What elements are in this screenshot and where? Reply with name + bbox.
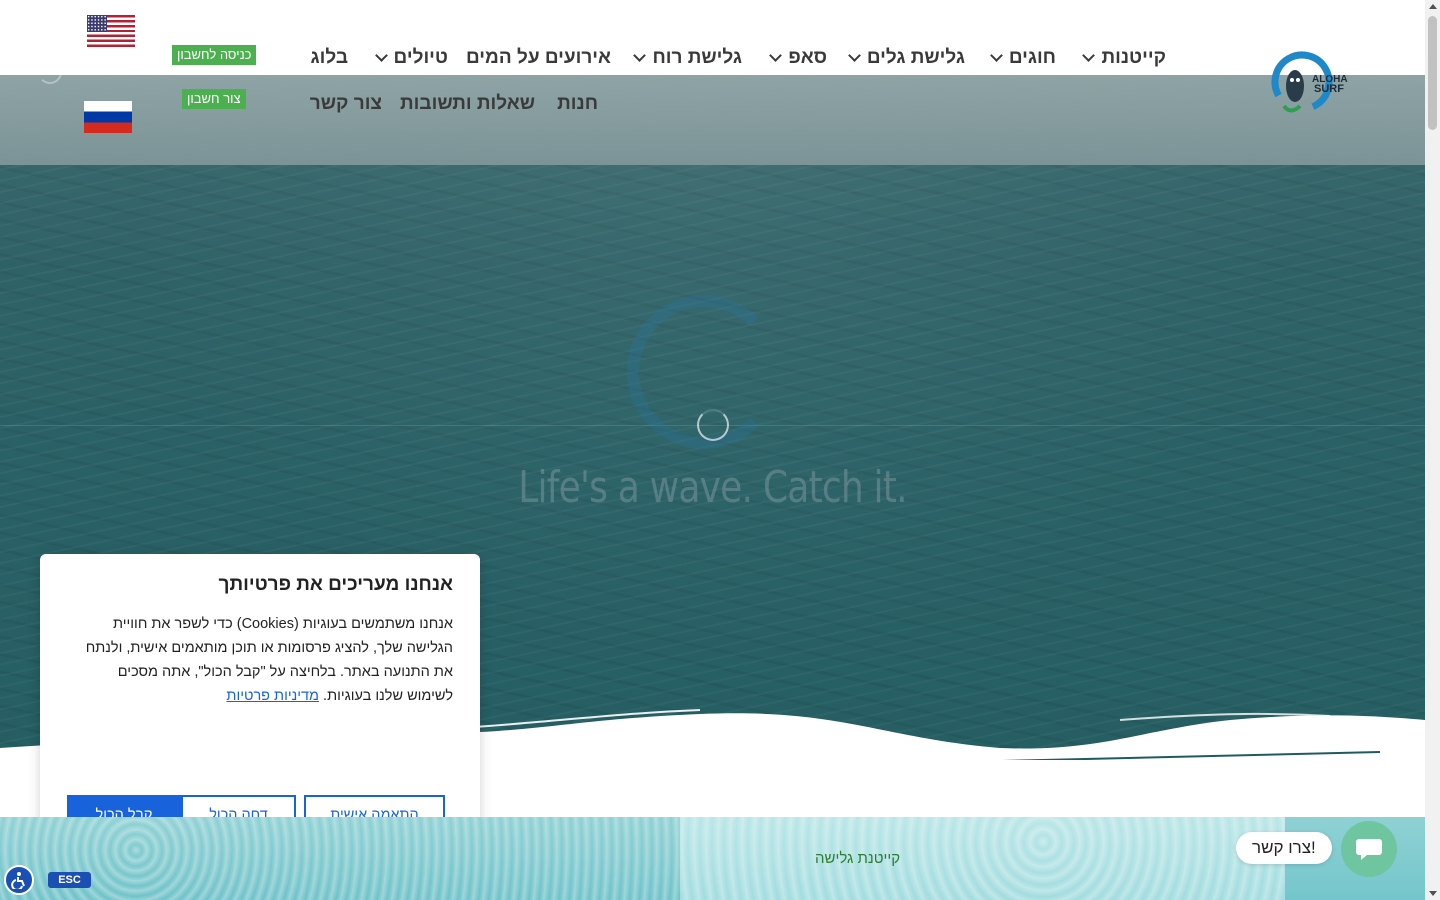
nav-item-camps[interactable]: קייטנות — [1082, 47, 1166, 69]
contact-tooltip[interactable]: צרו קשר! — [1236, 832, 1332, 864]
nav-item-trips[interactable]: טיולים — [374, 47, 448, 69]
nav-item-shop[interactable]: חנות — [557, 93, 598, 115]
svg-text:SURF: SURF — [1314, 83, 1344, 95]
page-scrollbar[interactable] — [1425, 0, 1440, 900]
scroll-thumb[interactable] — [1428, 16, 1437, 130]
scroll-down-icon[interactable] — [1429, 891, 1437, 896]
chevron-down-icon — [847, 49, 861, 62]
nav-item-faq[interactable]: שאלות ותשובות — [400, 93, 535, 115]
pool-image-center — [680, 817, 1285, 900]
cookie-title: אנחנו מעריכים את פרטיותך — [218, 574, 453, 595]
nav-item-contact[interactable]: צור קשר — [310, 93, 382, 115]
faint-circle-icon — [38, 60, 62, 84]
pool-image-left — [0, 817, 680, 900]
chevron-down-icon — [1082, 49, 1096, 62]
surf-camp-label[interactable]: קייטנת גלישה — [815, 850, 900, 867]
nav-item-blog[interactable]: בלוג — [311, 47, 348, 69]
aloha-surf-logo[interactable]: ALOHA SURF — [1270, 50, 1350, 116]
chevron-down-icon — [989, 49, 1003, 62]
register-button[interactable]: צור חשבון — [182, 89, 246, 109]
cookie-text: אנחנו משתמשים בעוגיות (Cookies) כדי לשפר… — [85, 616, 453, 704]
scroll-up-icon[interactable] — [1429, 4, 1437, 9]
nav-item-windsurfing[interactable]: גלישת רוח — [633, 47, 742, 69]
contact-chat-button[interactable] — [1341, 821, 1397, 877]
ru-flag-icon[interactable] — [84, 101, 132, 133]
chevron-down-icon — [769, 49, 783, 62]
chevron-down-icon — [374, 49, 388, 62]
loading-spinner-icon — [697, 409, 729, 441]
wheelchair-icon — [11, 872, 25, 889]
chevron-down-icon — [633, 49, 647, 62]
nav-item-classes[interactable]: חוגים — [989, 47, 1056, 69]
esc-badge[interactable]: ESC — [48, 872, 91, 888]
privacy-policy-link[interactable]: מדיניות פרטיות — [226, 688, 319, 704]
nav-item-water-events[interactable]: אירועים על המים — [466, 47, 611, 69]
login-button[interactable]: כניסה לחשבון — [172, 45, 257, 65]
nav-item-wave-surfing[interactable]: גלישת גלים — [847, 47, 965, 69]
nav-item-sup[interactable]: סאפ — [769, 47, 827, 69]
chat-bubble-icon — [1356, 839, 1382, 860]
hero-tagline: Life's a wave. Catch it. — [518, 462, 907, 513]
cookie-consent-banner: אנחנו מעריכים את פרטיותך אנחנו משתמשים ב… — [40, 554, 480, 860]
accessibility-button[interactable] — [4, 865, 34, 895]
us-flag-icon[interactable] — [87, 15, 135, 47]
